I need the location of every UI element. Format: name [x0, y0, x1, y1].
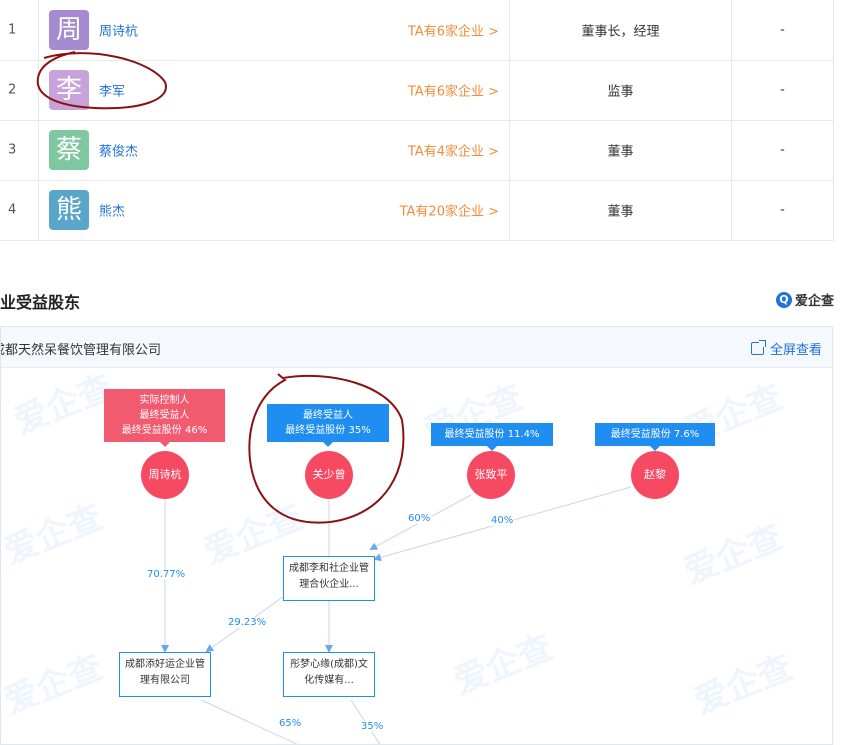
share-ratio: - [780, 22, 785, 38]
ta-companies-link[interactable]: TA有6家企业 > [408, 81, 499, 100]
table-row: 4 熊 熊杰 TA有20家企业 > 董事 - [0, 180, 834, 241]
table-row: 2 李 李军 TA有6家企业 > 监事 - [0, 60, 834, 121]
entity-box[interactable]: 彤梦心缘(成都)文化传媒有... [283, 652, 375, 697]
avatar[interactable]: 李 [49, 70, 89, 110]
entity-box[interactable]: 成都添好运企业管理有限公司 [119, 652, 211, 697]
share-ratio: - [780, 82, 785, 98]
row-index: 3 [8, 142, 17, 158]
position: 董事 [607, 144, 634, 160]
position: 董事长，经理 [581, 24, 660, 40]
edge-percent: 65% [277, 718, 304, 729]
row-index: 2 [8, 82, 17, 98]
share-ratio: - [780, 202, 785, 218]
share-ratio: - [780, 142, 785, 158]
holder-node[interactable]: 周诗杭 [141, 451, 189, 499]
edge-percent: 40% [489, 515, 516, 526]
avatar[interactable]: 熊 [49, 190, 89, 230]
table-row: 3 蔡 蔡俊杰 TA有4家企业 > 董事 - [0, 120, 834, 181]
avatar[interactable]: 蔡 [49, 130, 89, 170]
brand-logo[interactable]: Q 爱企查 [775, 290, 834, 309]
holder-node[interactable]: 张致平 [467, 451, 515, 499]
holder-tag: 最终受益人 最终受益股份 35% [267, 404, 389, 447]
ta-companies-link[interactable]: TA有4家企业 > [408, 141, 499, 160]
holder-tag: 最终受益股份 11.4% [431, 423, 553, 451]
holder-node[interactable]: 关少曾 [305, 451, 353, 499]
magnifier-logo-icon: Q [775, 291, 792, 308]
table-row: 1 周 周诗杭 TA有6家企业 > 董事长，经理 - [0, 0, 834, 61]
avatar[interactable]: 周 [49, 10, 89, 50]
edge-percent: 35% [359, 721, 386, 732]
edge-percent: 70.77% [145, 569, 188, 580]
person-name-link[interactable]: 李军 [99, 81, 125, 100]
position: 监事 [607, 84, 634, 100]
person-name-link[interactable]: 熊杰 [99, 201, 125, 220]
edge-percent: 60% [406, 513, 433, 524]
ta-companies-link[interactable]: TA有20家企业 > [400, 201, 499, 220]
position: 董事 [607, 204, 634, 220]
holder-node[interactable]: 赵黎 [631, 451, 679, 499]
person-name-link[interactable]: 周诗杭 [99, 21, 138, 40]
edge-percent: 29.23% [226, 617, 269, 628]
section-title: 企业受益股东 [0, 293, 81, 312]
row-index: 1 [8, 22, 17, 38]
entity-box[interactable]: 成都李和社企业管理合伙企业... [283, 556, 375, 601]
beneficiary-graph-panel: 成都天然呆餐饮管理有限公司 全屏查看 爱企查 爱企查 爱企查 爱企查 爱企查 爱… [0, 326, 833, 745]
ta-companies-link[interactable]: TA有6家企业 > [408, 21, 499, 40]
row-index: 4 [8, 202, 17, 218]
brand-name: 爱企查 [794, 294, 834, 309]
holder-tag: 最终受益股份 7.6% [595, 423, 715, 451]
person-name-link[interactable]: 蔡俊杰 [99, 141, 138, 160]
holder-tag: 实际控制人 最终受益人 最终受益股份 46% [104, 389, 225, 447]
